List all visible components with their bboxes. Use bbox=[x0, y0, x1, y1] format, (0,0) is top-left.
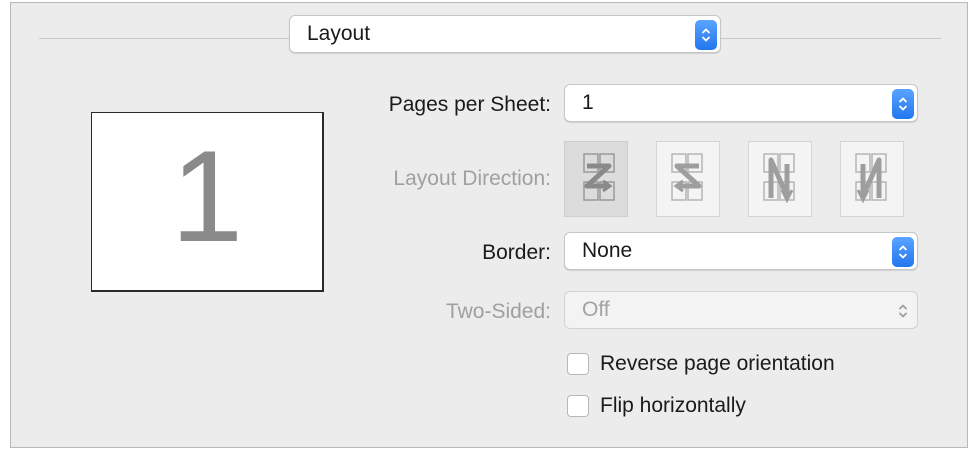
layout-direction-n-left-button[interactable] bbox=[748, 141, 812, 217]
layout-panel: Layout 1 Pages per Sheet: 1 Layout Direc… bbox=[10, 2, 968, 448]
pages-per-sheet-label: Pages per Sheet: bbox=[388, 93, 551, 116]
layout-direction-label: Layout Direction: bbox=[393, 167, 551, 190]
divider-right bbox=[721, 38, 941, 39]
layout-direction-s-button[interactable] bbox=[656, 141, 720, 217]
layout-direction-n-right-button[interactable] bbox=[840, 141, 904, 217]
two-sided-value: Off bbox=[582, 298, 610, 321]
flip-horizontally-checkbox[interactable] bbox=[567, 395, 589, 417]
s-arrow-icon bbox=[671, 153, 703, 201]
popup-stepper-icon bbox=[695, 20, 717, 50]
flip-horizontally-label[interactable]: Flip horizontally bbox=[600, 394, 746, 418]
divider-left bbox=[39, 38, 289, 39]
border-popup[interactable]: None bbox=[564, 232, 918, 270]
section-popup[interactable]: Layout bbox=[289, 15, 721, 53]
z-arrow-icon bbox=[583, 153, 615, 201]
border-value: None bbox=[582, 239, 633, 262]
reverse-page-orientation-checkbox[interactable] bbox=[567, 353, 589, 375]
border-label: Border: bbox=[482, 241, 551, 264]
section-popup-value: Layout bbox=[307, 22, 371, 45]
popup-stepper-icon bbox=[892, 296, 914, 326]
popup-stepper-icon bbox=[892, 89, 914, 119]
preview-page-number: 1 bbox=[170, 123, 244, 269]
page-preview: 1 bbox=[91, 112, 324, 292]
reverse-page-orientation-label[interactable]: Reverse page orientation bbox=[600, 352, 835, 376]
two-sided-popup[interactable]: Off bbox=[564, 291, 918, 329]
n-down-arrow-icon bbox=[855, 153, 887, 204]
two-sided-label: Two-Sided: bbox=[445, 300, 551, 323]
pages-per-sheet-value: 1 bbox=[582, 91, 594, 114]
popup-stepper-icon bbox=[892, 237, 914, 267]
n-down-arrow-icon bbox=[763, 153, 795, 204]
pages-per-sheet-popup[interactable]: 1 bbox=[564, 84, 918, 122]
layout-direction-z-button[interactable] bbox=[564, 141, 628, 217]
